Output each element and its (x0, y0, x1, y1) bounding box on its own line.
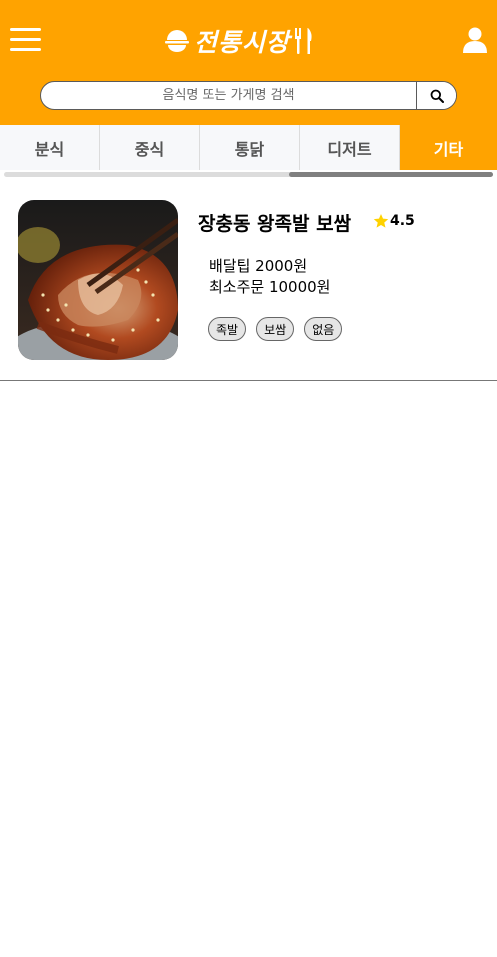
delivery-tip: 배달팁 2000원 (209, 257, 308, 275)
search-input[interactable] (41, 82, 416, 109)
hamburger-menu-icon[interactable] (10, 28, 41, 52)
tab-bunsik[interactable]: 분식 (0, 125, 100, 170)
store-name[interactable]: 장충동 왕족발 보쌈 (198, 209, 351, 236)
store-card[interactable]: 장충동 왕족발 보쌈 4.5 배달팁 2000원 최소주문 10000원 족발 … (0, 183, 497, 381)
tabs-scrollbar[interactable] (4, 172, 493, 177)
app-header: 전통시장 (0, 0, 497, 125)
search-bar (40, 81, 457, 110)
fork-knife-icon (295, 28, 312, 54)
store-thumbnail[interactable] (18, 200, 178, 360)
logo-text: 전통시장 (194, 28, 291, 57)
user-icon[interactable] (463, 27, 487, 53)
store-tags: 족발 보쌈 없음 (208, 317, 343, 341)
category-tabs: 분식 중식 통닭 디저트 기타 (0, 125, 497, 170)
minimum-order: 최소주문 10000원 (209, 278, 331, 296)
tab-chinese[interactable]: 중식 (100, 125, 200, 170)
logo[interactable]: 전통시장 (164, 22, 324, 60)
star-icon (373, 214, 389, 228)
bowl-icon (165, 30, 189, 52)
tabs-scrollbar-thumb[interactable] (289, 172, 493, 177)
tab-chicken[interactable]: 통닭 (200, 125, 300, 170)
store-rating: 4.5 (373, 213, 415, 229)
tab-etc[interactable]: 기타 (400, 125, 497, 170)
tag-item: 없음 (304, 317, 343, 341)
tag-item: 보쌈 (256, 317, 295, 341)
search-button[interactable] (416, 82, 456, 109)
store-info: 배달팁 2000원 최소주문 10000원 (209, 256, 331, 298)
tag-item: 족발 (208, 317, 247, 341)
tab-dessert[interactable]: 디저트 (300, 125, 400, 170)
rating-value: 4.5 (390, 213, 415, 229)
search-icon (430, 89, 444, 103)
